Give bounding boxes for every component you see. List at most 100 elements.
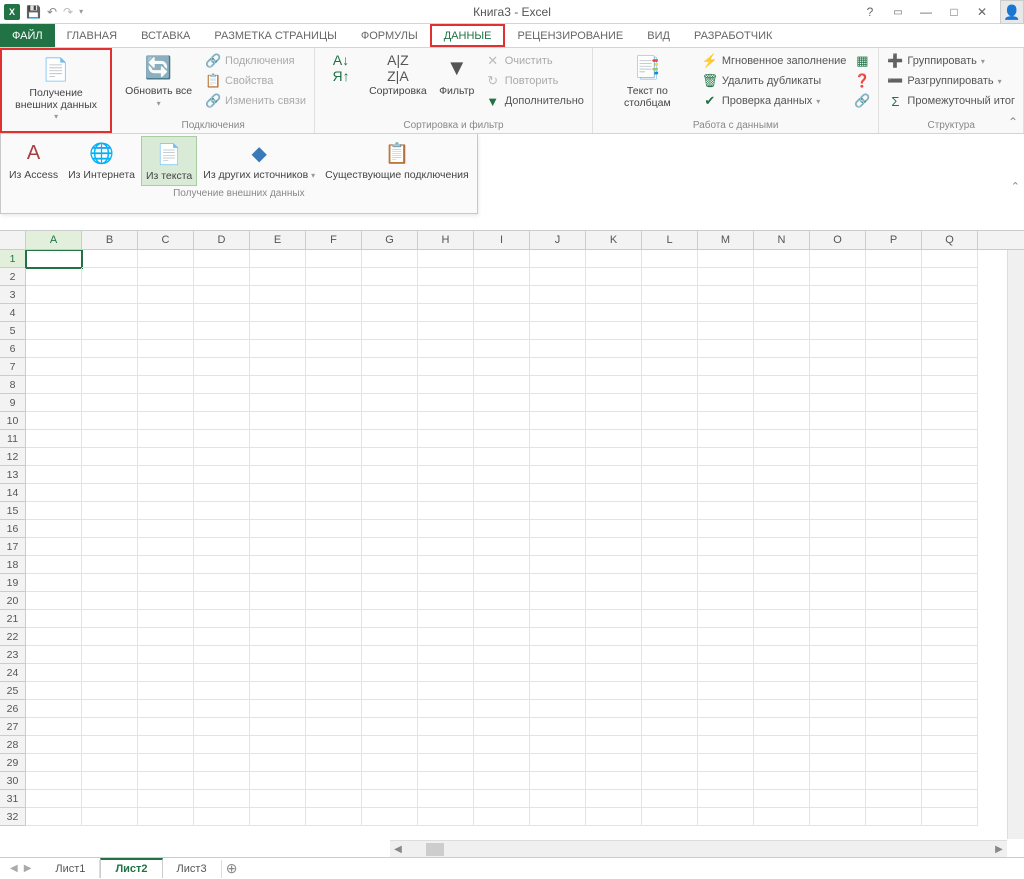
cell-J14[interactable] (530, 484, 586, 502)
cell-N28[interactable] (754, 736, 810, 754)
cell-E12[interactable] (250, 448, 306, 466)
cell-F31[interactable] (306, 790, 362, 808)
cell-J8[interactable] (530, 376, 586, 394)
cell-N26[interactable] (754, 700, 810, 718)
cell-G32[interactable] (362, 808, 418, 826)
cell-Q29[interactable] (922, 754, 978, 772)
cell-G6[interactable] (362, 340, 418, 358)
cell-E21[interactable] (250, 610, 306, 628)
cell-J26[interactable] (530, 700, 586, 718)
cell-K15[interactable] (586, 502, 642, 520)
cell-G3[interactable] (362, 286, 418, 304)
cell-L26[interactable] (642, 700, 698, 718)
cell-G14[interactable] (362, 484, 418, 502)
cell-C32[interactable] (138, 808, 194, 826)
cell-G28[interactable] (362, 736, 418, 754)
row-header-18[interactable]: 18 (0, 556, 26, 574)
cell-H7[interactable] (418, 358, 474, 376)
cell-D7[interactable] (194, 358, 250, 376)
cell-E14[interactable] (250, 484, 306, 502)
cell-O11[interactable] (810, 430, 866, 448)
edit-links-button[interactable]: 🔗Изменить связи (203, 92, 308, 110)
cell-J15[interactable] (530, 502, 586, 520)
cell-D4[interactable] (194, 304, 250, 322)
cell-K13[interactable] (586, 466, 642, 484)
from-other-button[interactable]: ◆ Из других источников ▾ (199, 136, 319, 186)
cell-J6[interactable] (530, 340, 586, 358)
cell-E5[interactable] (250, 322, 306, 340)
cell-L27[interactable] (642, 718, 698, 736)
cell-Q31[interactable] (922, 790, 978, 808)
cell-I24[interactable] (474, 664, 530, 682)
cell-I15[interactable] (474, 502, 530, 520)
cell-B3[interactable] (82, 286, 138, 304)
cell-L13[interactable] (642, 466, 698, 484)
cell-M27[interactable] (698, 718, 754, 736)
cell-H10[interactable] (418, 412, 474, 430)
cell-C6[interactable] (138, 340, 194, 358)
qat-save-icon[interactable]: 💾 (26, 5, 41, 19)
row-header-25[interactable]: 25 (0, 682, 26, 700)
column-header-F[interactable]: F (306, 231, 362, 249)
cell-K16[interactable] (586, 520, 642, 538)
cell-L31[interactable] (642, 790, 698, 808)
cell-A4[interactable] (26, 304, 82, 322)
cell-B29[interactable] (82, 754, 138, 772)
flash-fill-button[interactable]: ⚡Мгновенное заполнение (700, 52, 849, 70)
cell-O23[interactable] (810, 646, 866, 664)
cell-K1[interactable] (586, 250, 642, 268)
cell-L20[interactable] (642, 592, 698, 610)
row-header-13[interactable]: 13 (0, 466, 26, 484)
cell-F5[interactable] (306, 322, 362, 340)
cell-B25[interactable] (82, 682, 138, 700)
cell-M9[interactable] (698, 394, 754, 412)
cell-E30[interactable] (250, 772, 306, 790)
cell-I9[interactable] (474, 394, 530, 412)
cell-P11[interactable] (866, 430, 922, 448)
tab-data[interactable]: ДАННЫЕ (430, 24, 506, 47)
cell-Q3[interactable] (922, 286, 978, 304)
cell-B19[interactable] (82, 574, 138, 592)
cell-E18[interactable] (250, 556, 306, 574)
sheet-nav[interactable]: ◀▶ (0, 863, 41, 874)
cell-Q4[interactable] (922, 304, 978, 322)
column-header-B[interactable]: B (82, 231, 138, 249)
cell-D19[interactable] (194, 574, 250, 592)
cell-I8[interactable] (474, 376, 530, 394)
cell-D15[interactable] (194, 502, 250, 520)
tab-developer[interactable]: РАЗРАБОТЧИК (682, 24, 784, 47)
scroll-up-icon[interactable]: ⌃ (1011, 180, 1020, 193)
tab-review[interactable]: РЕЦЕНЗИРОВАНИЕ (505, 24, 635, 47)
cell-H2[interactable] (418, 268, 474, 286)
cell-E27[interactable] (250, 718, 306, 736)
cell-D17[interactable] (194, 538, 250, 556)
cell-C19[interactable] (138, 574, 194, 592)
cell-I21[interactable] (474, 610, 530, 628)
cell-O18[interactable] (810, 556, 866, 574)
cell-J30[interactable] (530, 772, 586, 790)
cell-C7[interactable] (138, 358, 194, 376)
cell-M23[interactable] (698, 646, 754, 664)
cell-I6[interactable] (474, 340, 530, 358)
cell-O32[interactable] (810, 808, 866, 826)
cell-G12[interactable] (362, 448, 418, 466)
cell-I31[interactable] (474, 790, 530, 808)
cell-J17[interactable] (530, 538, 586, 556)
cell-C12[interactable] (138, 448, 194, 466)
row-header-3[interactable]: 3 (0, 286, 26, 304)
cell-A17[interactable] (26, 538, 82, 556)
cell-N16[interactable] (754, 520, 810, 538)
cell-G10[interactable] (362, 412, 418, 430)
cell-B18[interactable] (82, 556, 138, 574)
cell-B14[interactable] (82, 484, 138, 502)
cell-K8[interactable] (586, 376, 642, 394)
cell-E8[interactable] (250, 376, 306, 394)
cell-Q13[interactable] (922, 466, 978, 484)
cell-L4[interactable] (642, 304, 698, 322)
cell-B22[interactable] (82, 628, 138, 646)
cell-F9[interactable] (306, 394, 362, 412)
cell-F10[interactable] (306, 412, 362, 430)
row-header-22[interactable]: 22 (0, 628, 26, 646)
column-header-E[interactable]: E (250, 231, 306, 249)
cell-N22[interactable] (754, 628, 810, 646)
